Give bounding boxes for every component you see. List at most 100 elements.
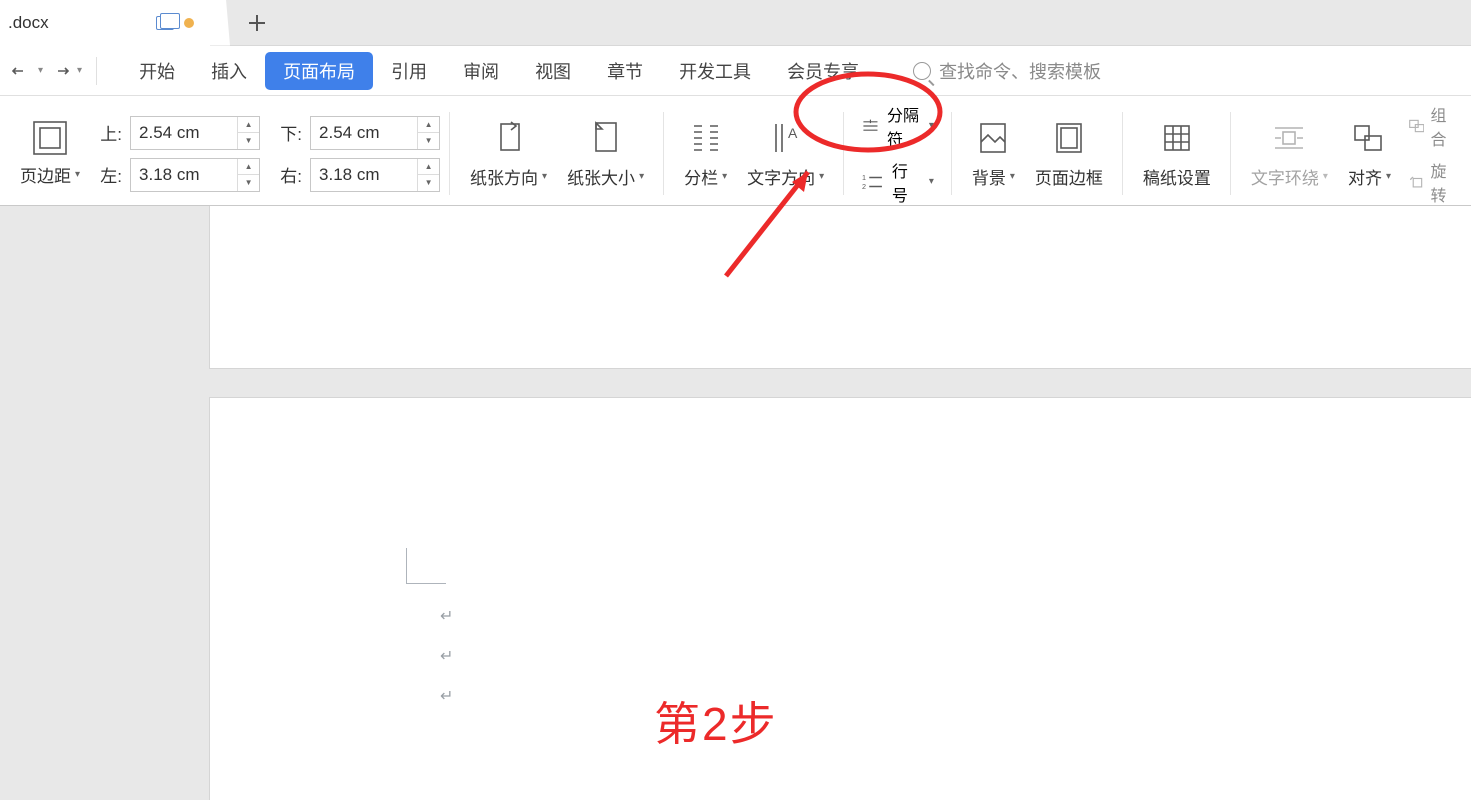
group-margins: 页边距▾ 上: 2.54 cm ▲▼ 左: 3.18 cm ▲▼ 下: <box>0 102 450 205</box>
chevron-down-icon: ▾ <box>1010 171 1015 182</box>
manuscript-button[interactable]: 稿纸设置 <box>1133 118 1221 189</box>
breaks-button[interactable]: 分隔符 ▾ <box>854 98 942 154</box>
align-label: 对齐 <box>1348 164 1382 189</box>
search-box[interactable]: 查找命令、搜索模板 <box>913 58 1101 84</box>
page-border-icon <box>1049 118 1089 158</box>
window-restore-icon[interactable] <box>156 16 174 30</box>
orientation-label: 纸张方向 <box>470 164 538 189</box>
spin-down-icon[interactable]: ▼ <box>238 175 259 191</box>
separator <box>96 57 97 85</box>
tab-member[interactable]: 会员专享 <box>769 52 877 90</box>
margin-top-value: 2.54 cm <box>139 123 199 143</box>
svg-text:1: 1 <box>862 173 866 182</box>
svg-text:2: 2 <box>862 182 866 191</box>
margins-button[interactable]: 页边距▾ <box>10 120 84 187</box>
new-tab-button[interactable] <box>234 0 280 46</box>
tab-references[interactable]: 引用 <box>373 52 445 90</box>
rotate-icon <box>1409 173 1424 191</box>
group-icon <box>1409 117 1424 135</box>
page-current[interactable] <box>210 398 1471 800</box>
margin-bottom-value: 2.54 cm <box>319 123 379 143</box>
redo-button[interactable] <box>49 60 71 82</box>
spin-down-icon[interactable]: ▼ <box>418 175 439 191</box>
orientation-icon <box>489 118 529 158</box>
line-numbers-button[interactable]: 12 行号 ▾ <box>854 154 942 207</box>
undo-button[interactable] <box>10 60 32 82</box>
text-direction-button[interactable]: A 文字方向 ▾ <box>737 118 834 189</box>
qat-customize-dropdown[interactable]: ▾ <box>77 65 82 76</box>
group-objects-button[interactable]: 组合 <box>1401 98 1461 154</box>
margin-right-input[interactable]: 3.18 cm ▲▼ <box>310 158 440 192</box>
group-columns: 分栏 ▾ A 文字方向 ▾ <box>664 102 844 205</box>
margin-right-value: 3.18 cm <box>319 165 379 185</box>
page-border-button[interactable]: 页面边框 <box>1025 118 1113 189</box>
spin-down-icon[interactable]: ▼ <box>238 133 259 149</box>
tab-chapter[interactable]: 章节 <box>589 52 661 90</box>
background-button[interactable]: 背景 ▾ <box>962 118 1025 189</box>
group-arrange: 文字环绕▾ 对齐 ▾ 组合 旋转 <box>1231 102 1471 205</box>
columns-label: 分栏 <box>684 164 718 189</box>
svg-text:A: A <box>788 125 798 141</box>
tab-page-layout[interactable]: 页面布局 <box>265 52 373 90</box>
undo-dropdown[interactable]: ▾ <box>38 65 43 76</box>
paragraph-mark-icon: ↵ <box>440 606 453 626</box>
manuscript-label: 稿纸设置 <box>1143 164 1211 189</box>
plus-icon <box>247 13 267 33</box>
text-wrap-button[interactable]: 文字环绕▾ <box>1241 118 1338 189</box>
paragraph-mark-icon: ↵ <box>440 646 453 666</box>
spin-down-icon[interactable]: ▼ <box>418 133 439 149</box>
group-breaks: 分隔符 ▾ 12 行号 ▾ <box>844 102 952 205</box>
background-label: 背景 <box>972 164 1006 189</box>
paper-size-button[interactable]: 纸张大小 ▾ <box>557 118 654 189</box>
tab-start[interactable]: 开始 <box>121 52 193 90</box>
rotate-label: 旋转 <box>1430 158 1453 206</box>
spin-up-icon[interactable]: ▲ <box>418 159 439 176</box>
chevron-down-icon: ▾ <box>542 171 547 182</box>
breaks-label: 分隔符 <box>887 102 921 150</box>
document-tab[interactable]: .docx <box>0 0 210 46</box>
chevron-down-icon: ▾ <box>639 171 644 182</box>
spin-up-icon[interactable]: ▲ <box>238 117 259 134</box>
align-icon <box>1349 118 1389 158</box>
group-background: 背景 ▾ 页面边框 <box>952 102 1123 205</box>
group-manuscript: 稿纸设置 <box>1123 102 1231 205</box>
spin-up-icon[interactable]: ▲ <box>418 117 439 134</box>
titlebar: .docx <box>0 0 1471 46</box>
rotate-button[interactable]: 旋转 <box>1401 154 1461 207</box>
text-direction-icon: A <box>766 118 806 158</box>
margin-top-input[interactable]: 2.54 cm ▲▼ <box>130 116 260 150</box>
chevron-down-icon: ▾ <box>929 176 934 187</box>
chevron-down-icon: ▾ <box>1386 171 1391 182</box>
chevron-down-icon: ▾ <box>819 171 824 182</box>
align-button[interactable]: 对齐 ▾ <box>1338 118 1401 189</box>
line-numbers-icon: 12 <box>862 172 884 192</box>
tab-developer[interactable]: 开发工具 <box>661 52 769 90</box>
margins-label: 页边距 <box>20 162 71 187</box>
columns-button[interactable]: 分栏 ▾ <box>674 118 737 189</box>
undo-icon <box>10 60 32 82</box>
group-objects-label: 组合 <box>1430 102 1453 150</box>
page-previous[interactable] <box>210 206 1471 368</box>
line-numbers-label: 行号 <box>892 158 921 206</box>
text-wrap-label: 文字环绕 <box>1251 164 1319 189</box>
text-direction-label: 文字方向 <box>747 164 815 189</box>
margin-left-input[interactable]: 3.18 cm ▲▼ <box>130 158 260 192</box>
ribbon: 页边距▾ 上: 2.54 cm ▲▼ 左: 3.18 cm ▲▼ 下: <box>0 96 1471 206</box>
margin-left-value: 3.18 cm <box>139 165 199 185</box>
spin-up-icon[interactable]: ▲ <box>238 159 259 176</box>
tab-review[interactable]: 审阅 <box>445 52 517 90</box>
unsaved-indicator-icon <box>184 18 194 28</box>
search-placeholder: 查找命令、搜索模板 <box>939 58 1101 84</box>
ribbon-tabs: 开始 插入 页面布局 引用 审阅 视图 章节 开发工具 会员专享 <box>121 52 877 90</box>
tab-insert[interactable]: 插入 <box>193 52 265 90</box>
document-tab-filename: .docx <box>8 13 49 33</box>
orientation-button[interactable]: 纸张方向 ▾ <box>460 118 557 189</box>
chevron-down-icon: ▾ <box>722 171 727 182</box>
background-icon <box>973 118 1013 158</box>
margin-bottom-input[interactable]: 2.54 cm ▲▼ <box>310 116 440 150</box>
chevron-down-icon: ▾ <box>929 120 934 131</box>
paper-size-label: 纸张大小 <box>567 164 635 189</box>
annotation-step-text: 第2步 <box>654 688 778 754</box>
columns-icon <box>686 118 726 158</box>
tab-view[interactable]: 视图 <box>517 52 589 90</box>
